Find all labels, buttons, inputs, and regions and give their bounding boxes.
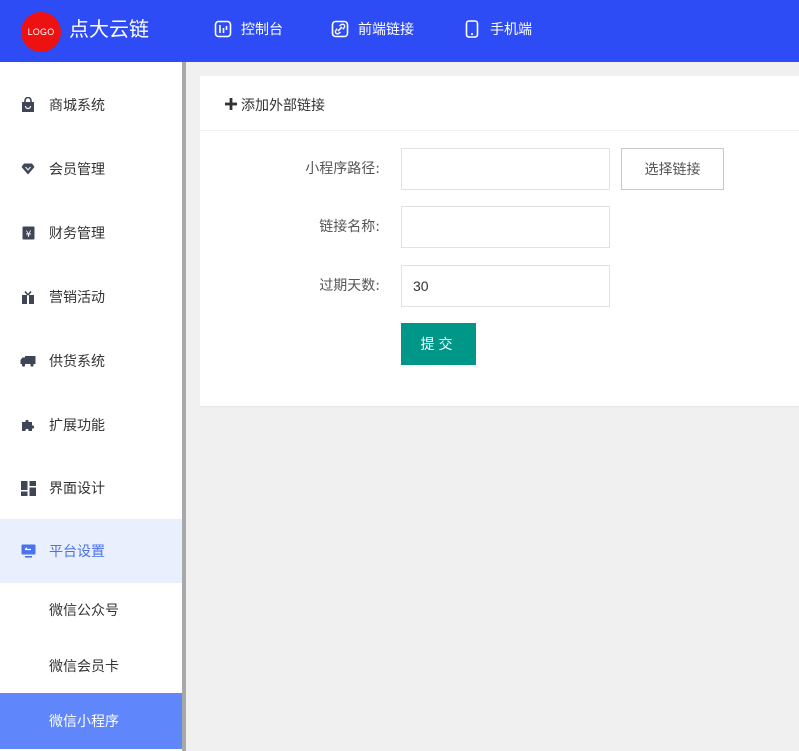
card-header: 添加外部链接 — [200, 76, 799, 131]
nav-dashboard-label: 控制台 — [241, 22, 283, 38]
monitor-icon — [20, 543, 36, 559]
sidebar-subitem-label: 微信公众号 — [49, 603, 119, 619]
sidebar-divider — [182, 62, 186, 751]
sidebar-item-label: 会员管理 — [49, 162, 105, 178]
svg-text:¥: ¥ — [25, 230, 31, 240]
diamond-icon — [20, 161, 36, 177]
plus-icon — [225, 98, 237, 110]
sidebar-subitem-wechat-official[interactable]: 微信公众号 — [0, 582, 182, 638]
nav-mobile[interactable]: 手机端 — [463, 18, 532, 40]
nav-frontend-links[interactable]: 前端链接 — [331, 18, 414, 40]
brand-title: 点大云链 — [69, 17, 149, 41]
add-link-card: 添加外部链接 小程序路径: 选择链接 链接名称: 过期天数: 30 提交 — [200, 76, 799, 407]
nav-dashboard[interactable]: 控制台 — [214, 18, 283, 40]
mobile-icon — [465, 20, 479, 38]
sidebar-item-label: 财务管理 — [49, 226, 105, 242]
sidebar-item-label: 界面设计 — [49, 481, 105, 497]
logo[interactable]: LOGO — [21, 12, 61, 52]
truck-icon — [20, 353, 36, 369]
link-icon — [331, 20, 349, 38]
sidebar-item-label: 商城系统 — [49, 98, 105, 114]
expire-days-input[interactable]: 30 — [401, 265, 610, 307]
card-title: 添加外部链接 — [241, 98, 325, 114]
submit-button[interactable]: 提交 — [401, 323, 476, 365]
sidebar-item-platform-settings[interactable]: 平台设置 — [0, 519, 182, 583]
sidebar-subitem-label: 微信会员卡 — [49, 659, 119, 675]
layout-icon — [20, 480, 36, 496]
sidebar-item-ui-design[interactable]: 界面设计 — [0, 456, 182, 520]
sidebar-item-marketing[interactable]: 营销活动 — [0, 265, 182, 329]
sidebar-item-label: 营销活动 — [49, 290, 105, 306]
logo-text: LOGO — [27, 27, 55, 37]
sidebar-item-extensions[interactable]: 扩展功能 — [0, 393, 182, 457]
path-label: 小程序路径: — [305, 161, 380, 177]
sidebar-item-label: 供货系统 — [49, 354, 105, 370]
sidebar-item-label: 平台设置 — [49, 544, 105, 560]
sidebar-item-supply[interactable]: 供货系统 — [0, 329, 182, 393]
link-name-input[interactable] — [401, 206, 610, 248]
sidebar: 商城系统 会员管理 ¥ 财务管理 营销活动 供货系统 扩展功能 界面设计 平台设… — [0, 62, 182, 751]
nav-mobile-label: 手机端 — [490, 22, 532, 38]
select-link-button[interactable]: 选择链接 — [621, 148, 724, 190]
nav-frontend-links-label: 前端链接 — [358, 22, 414, 38]
sidebar-subitem-wechat-miniprogram[interactable]: 微信小程序 — [0, 693, 182, 749]
sidebar-subitem-wechat-card[interactable]: 微信会员卡 — [0, 638, 182, 694]
sidebar-item-finance[interactable]: ¥ 财务管理 — [0, 201, 182, 265]
expire-days-label: 过期天数: — [319, 278, 380, 294]
puzzle-icon — [20, 417, 36, 433]
top-header: LOGO 点大云链 控制台 前端链接 手机端 — [0, 0, 799, 62]
sidebar-item-members[interactable]: 会员管理 — [0, 137, 182, 201]
yen-icon: ¥ — [20, 225, 36, 241]
sidebar-item-label: 扩展功能 — [49, 418, 105, 434]
shopping-bag-icon — [20, 97, 36, 113]
sidebar-subitem-label: 微信小程序 — [49, 714, 119, 730]
sidebar-item-mall[interactable]: 商城系统 — [0, 73, 182, 137]
path-input[interactable] — [401, 148, 610, 190]
link-name-label: 链接名称: — [319, 219, 380, 235]
gift-icon — [20, 289, 36, 305]
dashboard-icon — [214, 20, 232, 38]
